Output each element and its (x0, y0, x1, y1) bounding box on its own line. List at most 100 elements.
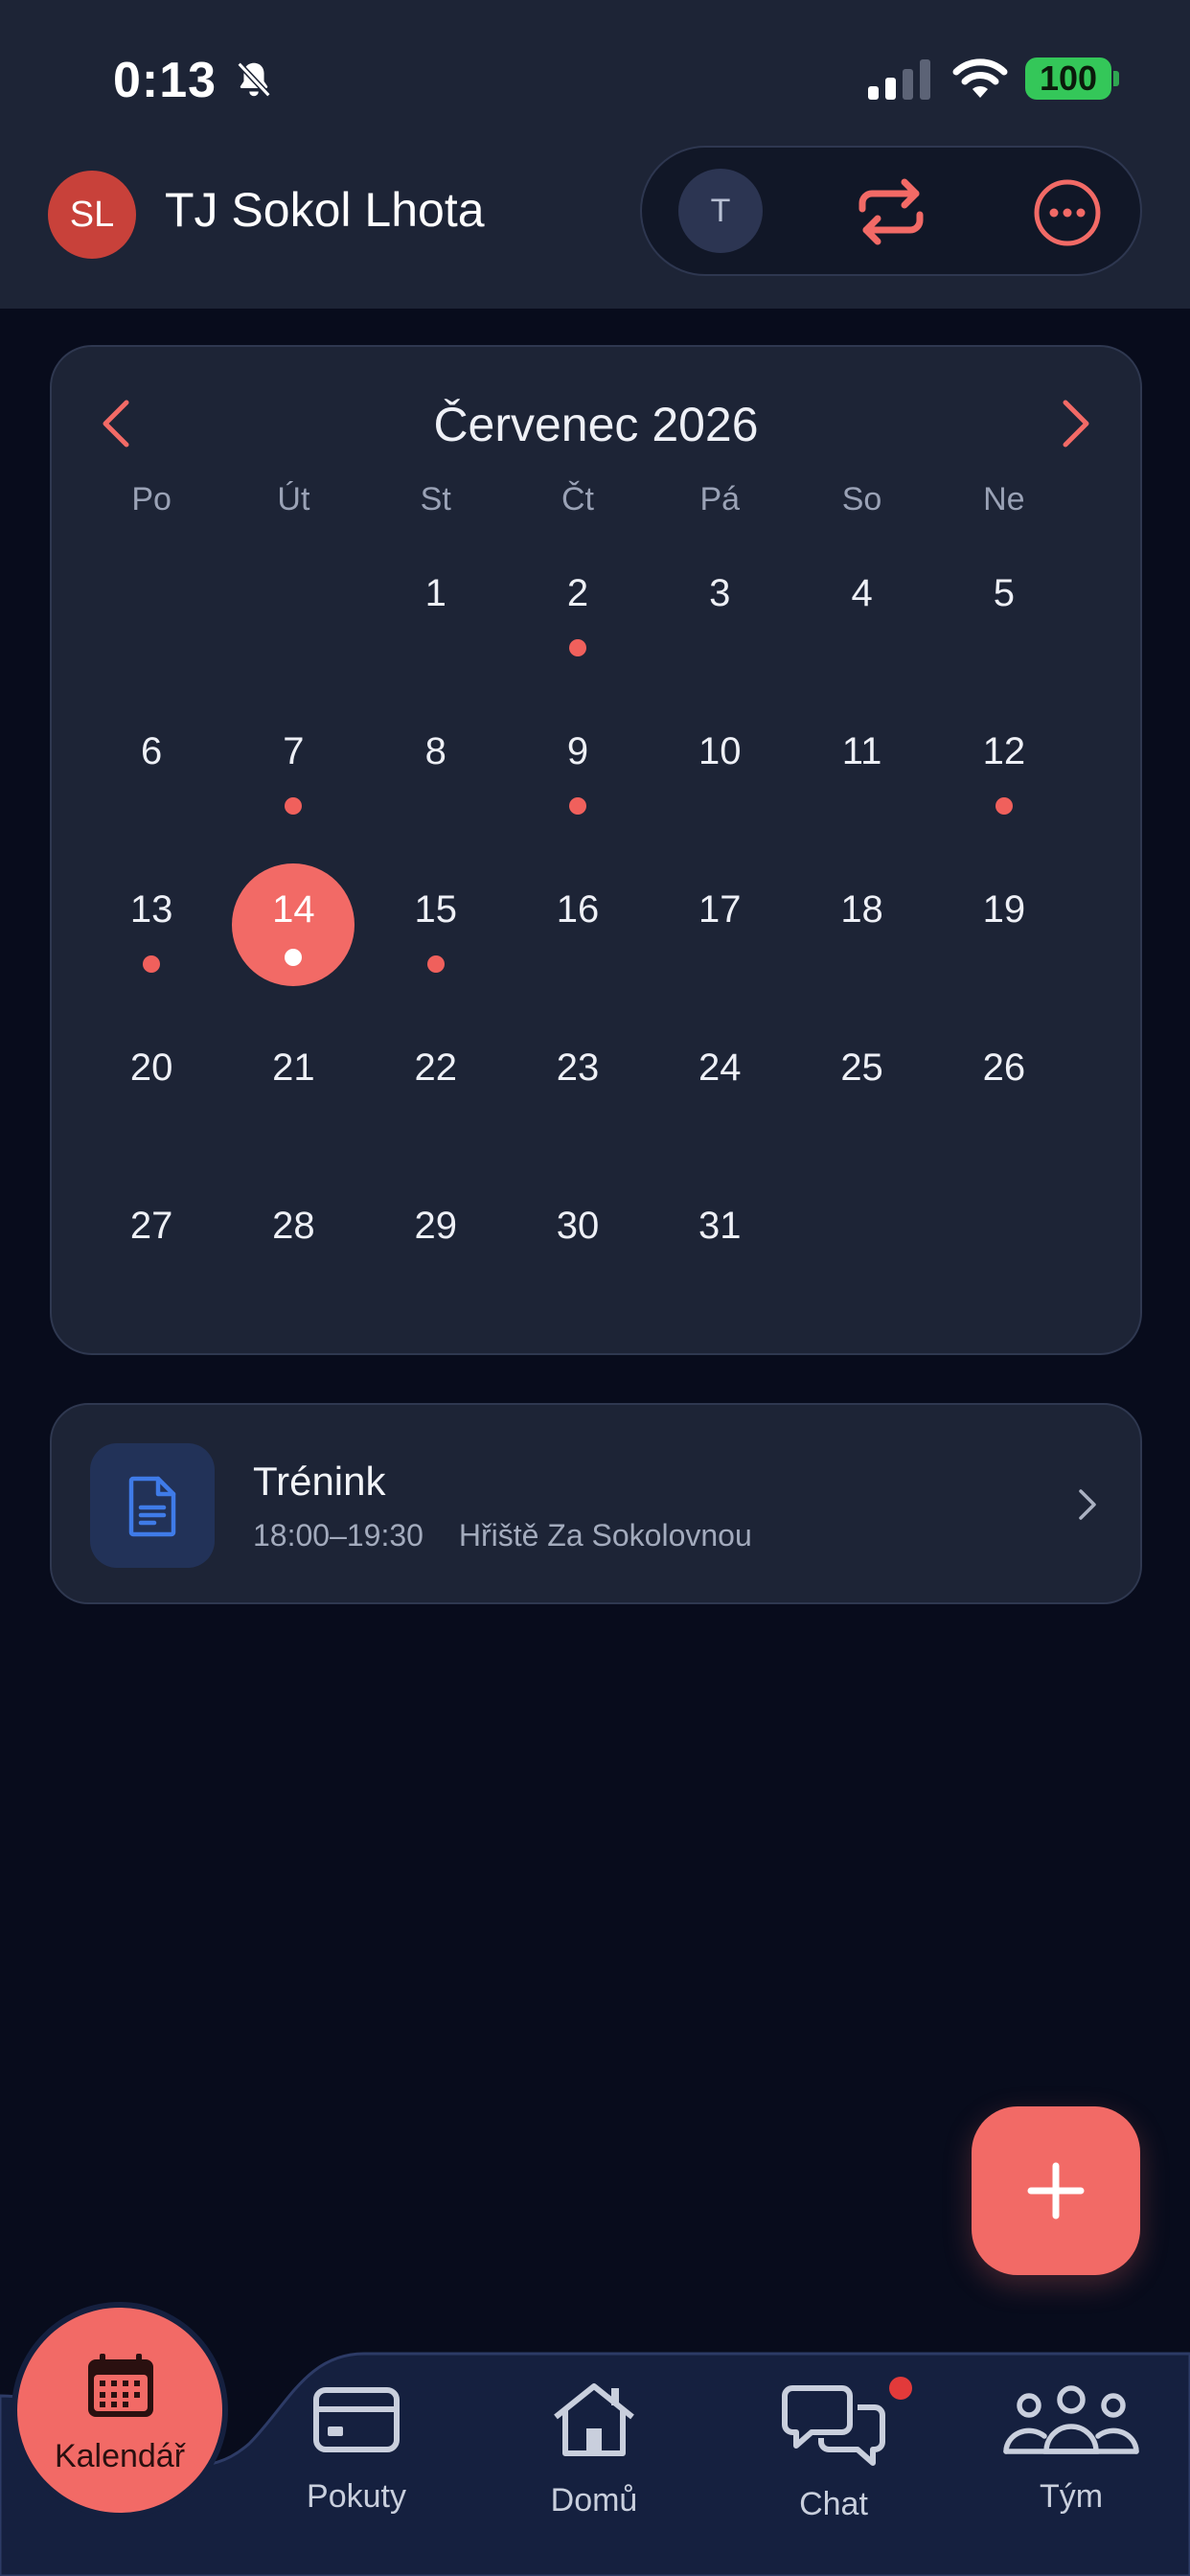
calendar-day[interactable]: 20 (80, 1008, 222, 1166)
calendar-day-number: 27 (129, 1205, 173, 1247)
event-indicator-dot (568, 797, 586, 815)
calendar-day-number: 18 (840, 888, 883, 931)
event-indicator-dot (143, 955, 161, 973)
team-name[interactable]: TJ Sokol Lhota (165, 182, 485, 238)
calendar-day-number: 6 (141, 730, 163, 772)
calendar-day[interactable]: 15 (365, 850, 507, 1008)
next-month-icon[interactable] (1056, 397, 1098, 450)
calendar-day-number: 10 (698, 730, 742, 772)
calendar-day[interactable]: 31 (649, 1166, 790, 1324)
calendar-day-number: 31 (698, 1205, 742, 1247)
calendar-day[interactable]: 16 (507, 850, 649, 1008)
event-location: Hřiště Za Sokolovnou (458, 1518, 752, 1552)
cell-signal-icon (868, 59, 930, 100)
calendar-day[interactable]: 28 (222, 1166, 364, 1324)
nav-label: Pokuty (307, 2478, 406, 2515)
event-title: Trénink (253, 1459, 386, 1504)
header-actions: T (640, 146, 1142, 276)
calendar-day[interactable]: 24 (649, 1008, 790, 1166)
weekday-header: Po Út St Čt Pá So Ne (80, 481, 1075, 529)
event-indicator-dot (568, 639, 586, 656)
calendar-days-grid: 1 2 3 4 5 6 7 8 9 10 11 12 13 14 15 16 17 18 19 20 21 22 23 24 2… (80, 534, 1075, 1324)
calendar-day[interactable]: 13 (80, 850, 222, 1008)
calendar-day[interactable]: 12 (933, 692, 1075, 850)
user-avatar-button[interactable]: T (678, 169, 763, 253)
wifi-icon (952, 58, 1008, 98)
calendar-day[interactable]: 26 (933, 1008, 1075, 1166)
calendar-day[interactable]: 19 (933, 850, 1075, 1008)
credit-card-icon (313, 2387, 400, 2452)
event-time: 18:00–19:30 (253, 1518, 423, 1552)
calendar-day-number: 25 (840, 1046, 883, 1089)
event-icon-box (90, 1443, 215, 1568)
calendar-day[interactable]: 21 (222, 1008, 364, 1166)
event-indicator-dot (995, 797, 1013, 815)
top-header: 0:13 100 SL TJ Sokol Lhota T (0, 0, 1190, 309)
chat-unread-badge (889, 2377, 912, 2400)
calendar-day[interactable]: 22 (365, 1008, 507, 1166)
calendar-day-number: 16 (556, 888, 600, 931)
calendar-day-number: 30 (556, 1205, 600, 1247)
nav-item-calendar[interactable]: Kalendář (17, 2308, 222, 2513)
calendar-day-number: 20 (129, 1046, 173, 1089)
calendar-blank-cell (222, 534, 364, 692)
calendar-day[interactable]: 11 (790, 692, 932, 850)
calendar-day[interactable]: 6 (80, 692, 222, 850)
calendar-day[interactable]: 27 (80, 1166, 222, 1324)
calendar-day[interactable]: 10 (649, 692, 790, 850)
chevron-right-icon (1079, 1489, 1096, 1520)
nav-label: Tým (1039, 2478, 1104, 2515)
calendar-day[interactable]: 29 (365, 1166, 507, 1324)
battery-indicator: 100 (1025, 58, 1111, 100)
calendar-day-selected[interactable]: 14 (222, 850, 364, 1008)
calendar-day[interactable]: 7 (222, 692, 364, 850)
calendar-day-number: 7 (283, 730, 305, 772)
calendar-month-title: Červenec 2026 (433, 398, 759, 451)
calendar-day[interactable]: 23 (507, 1008, 649, 1166)
calendar-day[interactable]: 4 (790, 534, 932, 692)
more-options-icon[interactable] (1033, 178, 1102, 247)
app-screen: 0:13 100 SL TJ Sokol Lhota T Červenec 20… (0, 0, 1190, 2576)
add-event-button[interactable] (972, 2106, 1140, 2275)
calendar-day-number: 14 (272, 888, 315, 931)
calendar-day-number: 9 (566, 730, 589, 772)
weekday-label: So (841, 481, 882, 518)
battery-tip (1113, 71, 1119, 86)
calendar-day[interactable]: 18 (790, 850, 932, 1008)
nav-item-chat[interactable]: Chat (738, 2385, 929, 2540)
team-avatar[interactable]: SL (48, 171, 136, 259)
nav-item-team[interactable]: Tým (975, 2385, 1167, 2540)
nav-item-home[interactable]: Domů (498, 2383, 690, 2540)
calendar-blank-cell (80, 534, 222, 692)
calendar-day-number: 21 (272, 1046, 315, 1089)
calendar-day-number: 12 (982, 730, 1026, 772)
calendar-day-number: 5 (993, 572, 1015, 614)
calendar-day-number: 26 (982, 1046, 1026, 1089)
team-icon (1003, 2385, 1139, 2454)
calendar-day[interactable]: 5 (933, 534, 1075, 692)
calendar-day[interactable]: 1 (365, 534, 507, 692)
chat-bubbles-icon (782, 2385, 885, 2466)
calendar-day[interactable]: 9 (507, 692, 649, 850)
calendar-day[interactable]: 2 (507, 534, 649, 692)
switch-team-icon[interactable] (855, 178, 927, 245)
calendar-day-number: 24 (698, 1046, 742, 1089)
event-card[interactable]: Trénink 18:00–19:30 Hřiště Za Sokolovnou (50, 1403, 1142, 1604)
calendar-day-number: 23 (556, 1046, 600, 1089)
weekday-label: Po (131, 481, 172, 518)
calendar-day-number: 11 (841, 730, 882, 772)
calendar-day[interactable]: 3 (649, 534, 790, 692)
calendar-day[interactable]: 17 (649, 850, 790, 1008)
nav-label: Chat (799, 2486, 868, 2522)
nav-label: Kalendář (54, 2438, 186, 2474)
calendar-card: Červenec 2026 Po Út St Čt Pá So Ne 12345… (50, 345, 1142, 1355)
nav-item-fines[interactable]: Pokuty (261, 2386, 452, 2540)
weekday-label: St (420, 481, 451, 518)
calendar-day[interactable]: 25 (790, 1008, 932, 1166)
event-indicator-dot (285, 949, 303, 966)
calendar-day[interactable]: 30 (507, 1166, 649, 1324)
calendar-day-number: 22 (414, 1046, 457, 1089)
calendar-day[interactable]: 8 (365, 692, 507, 850)
bell-muted-icon (237, 61, 271, 98)
calendar-day-number: 28 (272, 1205, 315, 1247)
